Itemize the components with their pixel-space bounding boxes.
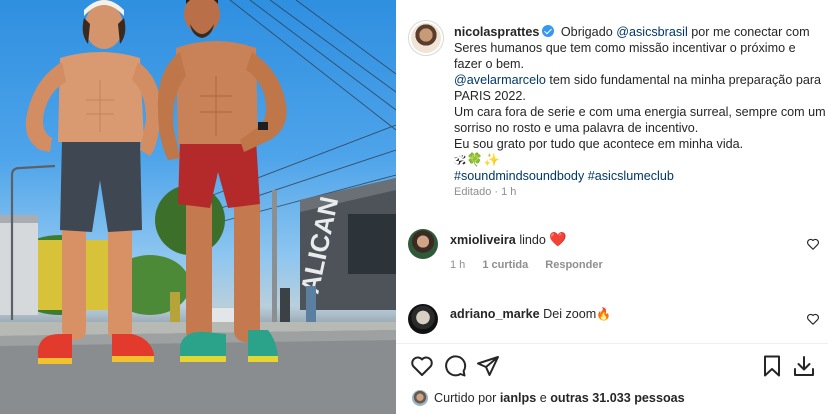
caption-line: Um cara fora de serie e com uma energia … (454, 105, 826, 135)
comment-emoji: 🔥 (596, 307, 612, 321)
post-photo[interactable]: ALICAN (0, 0, 396, 414)
comment-emoji: ❤️ (549, 231, 567, 247)
edited-timestamp: Editado · 1 h (454, 186, 517, 198)
comment-like-heart-icon[interactable] (806, 312, 820, 326)
likes-middle: e (536, 391, 551, 405)
likes-count-link[interactable]: outras 31.033 pessoas (550, 391, 684, 405)
share-icon[interactable] (476, 354, 500, 378)
comment-text: Dei zoom (543, 307, 597, 321)
comment-avatar[interactable] (408, 229, 438, 259)
comment-like-heart-icon[interactable] (806, 237, 820, 251)
comment-username[interactable]: adriano_marke (450, 307, 540, 321)
hashtag-links[interactable]: #soundmindsoundbody #asicslumeclub (454, 168, 826, 184)
like-heart-icon[interactable] (410, 354, 434, 378)
photo-illustration: ALICAN (0, 0, 396, 414)
comment-likes[interactable]: 1 curtida (482, 259, 528, 271)
mention-link[interactable]: @avelarmarcelo (454, 73, 546, 87)
caption-part: Obrigado (560, 25, 617, 39)
save-bookmark-icon[interactable] (760, 354, 784, 378)
reply-button[interactable]: Responder (545, 259, 602, 271)
liker-avatar[interactable] (412, 390, 428, 406)
comment-text: lindo (519, 233, 546, 247)
liker-username[interactable]: ianlps (500, 391, 536, 405)
verified-badge-icon (542, 25, 555, 37)
likes-prefix: Curtido por (434, 391, 500, 405)
comment-time: 1 h (450, 259, 466, 271)
author-avatar[interactable] (408, 20, 444, 56)
download-icon[interactable] (792, 354, 816, 378)
author-username[interactable]: nicolasprattes (454, 25, 539, 39)
comment-username[interactable]: xmioliveira (450, 233, 516, 247)
divider (396, 343, 828, 344)
likes-summary: Curtido por ianlps e outras 31.033 pesso… (412, 390, 685, 406)
caption-line: Eu sou grato por tudo que acontece em mi… (454, 137, 744, 151)
action-bar (410, 354, 816, 380)
caption-text: nicolasprattes Obrigado @asicsbrasil por… (454, 24, 826, 200)
mention-link[interactable]: @asicsbrasil (616, 25, 688, 39)
post-panel: nicolasprattes Obrigado @asicsbrasil por… (396, 0, 828, 414)
caption-emojis: 🕉🍀✨ (454, 152, 502, 167)
comment-icon[interactable] (443, 354, 467, 378)
comment-avatar[interactable] (408, 304, 438, 334)
